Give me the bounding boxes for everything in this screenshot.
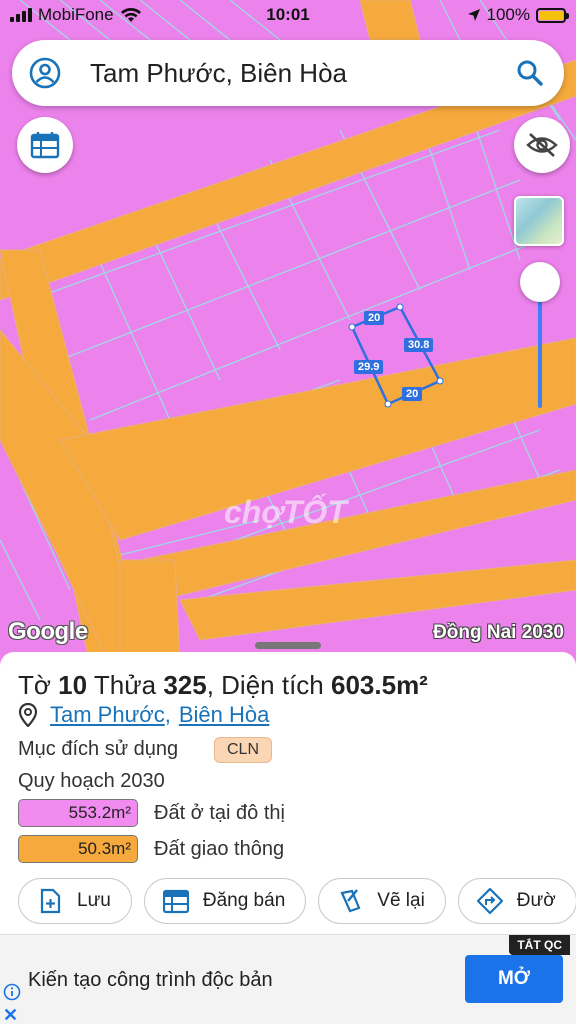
address-separator: , (164, 702, 171, 727)
add-file-icon (40, 888, 61, 914)
save-label: Lưu (77, 890, 111, 911)
lot-edge-label-bottom: 20 (402, 387, 423, 401)
calendar-grid-button[interactable] (17, 117, 73, 173)
battery-percent: 100% (486, 5, 530, 24)
location-arrow-icon (467, 9, 480, 21)
title-lot-word: Thửa (93, 670, 157, 700)
ad-text: Kiến tạo công trình độc bản (28, 969, 273, 991)
hide-ads-tag[interactable]: TẮT QC (509, 935, 570, 955)
redraw-button[interactable]: Vẽ lại (318, 878, 446, 924)
watermark: chợTỐT (224, 494, 347, 530)
parcel-title: Tờ 10 Thửa 325, Diện tích 603.5m² (18, 670, 428, 701)
ward-link[interactable]: Tam Phước (50, 702, 165, 728)
zone-label-residential: Đất ở tại đô thị (154, 801, 285, 824)
account-icon[interactable] (28, 56, 62, 90)
table-grid-icon (30, 132, 60, 159)
directions-label: Đườ (516, 890, 556, 911)
ad-close-icon[interactable]: ✕ (3, 1005, 18, 1024)
status-right: 100% (467, 5, 569, 25)
map-view[interactable]: 20 30.8 29.9 20 chợTỐT MobiFone 10:01 10… (0, 0, 576, 665)
parcel-address: Tam Phước , Biên Hòa (18, 702, 269, 728)
map-layer-label: Đồng Nai 2030 (433, 622, 564, 643)
sheet-drag-handle[interactable] (255, 642, 321, 649)
zone-row-road: 50.3m² Đất giao thông (18, 835, 284, 863)
action-buttons: Lưu Đăng bán Vẽ lại Đườ (18, 878, 576, 924)
draw-pen-icon (340, 889, 361, 913)
lot-edge-label-left: 29.9 (354, 360, 384, 374)
purpose-label: Mục đích sử dụng (18, 738, 179, 760)
eye-off-icon (526, 133, 558, 157)
battery-icon (536, 7, 569, 23)
directions-button[interactable]: Đườ (457, 878, 576, 924)
zone-row-residential: 553.2m² Đất ở tại đô thị (18, 799, 285, 827)
location-pin-icon (18, 703, 38, 727)
city-link[interactable]: Biên Hòa (179, 702, 270, 728)
search-bar[interactable]: Tam Phước, Biên Hòa (12, 40, 564, 106)
lot-edge-label-top: 20 (364, 311, 385, 325)
ad-open-button[interactable]: MỞ (465, 955, 563, 1003)
post-for-sale-button[interactable]: Đăng bán (143, 878, 307, 924)
land-use-code-badge: CLN (214, 737, 273, 763)
directions-icon (476, 888, 503, 914)
hide-overlay-button[interactable] (514, 117, 570, 173)
post-for-sale-label: Đăng bán (202, 890, 286, 911)
save-button[interactable]: Lưu (18, 878, 132, 924)
zone-label-road: Đất giao thông (154, 837, 285, 860)
google-logo: Google (8, 618, 88, 645)
lot-number: 325 (163, 670, 207, 700)
ad-banner[interactable]: TẮT QC Kiến tạo công trình độc bản MỞ ✕ (0, 934, 576, 1024)
ad-info-icon[interactable] (3, 983, 21, 1001)
zone-area-residential: 553.2m² (18, 799, 138, 827)
redraw-label: Vẽ lại (377, 890, 425, 911)
opacity-slider-track[interactable] (538, 290, 542, 408)
search-icon[interactable] (514, 57, 546, 89)
lot-edge-label-right: 30.8 (404, 338, 434, 352)
sheet-number: 10 (58, 670, 88, 700)
search-query[interactable]: Tam Phước, Biên Hòa (90, 58, 514, 89)
title-prefix: Tờ (18, 670, 51, 700)
zone-area-road: 50.3m² (18, 835, 138, 863)
opacity-slider-knob[interactable] (520, 262, 560, 302)
title-area-word: , Diện tích (206, 670, 324, 700)
parcel-area: 603.5m² (331, 670, 428, 700)
map-layer-thumbnail[interactable] (514, 196, 564, 246)
status-bar: MobiFone 10:01 100% (0, 0, 576, 32)
plan-label: Quy hoạch 2030 (18, 770, 165, 792)
calendar-icon (162, 889, 189, 914)
